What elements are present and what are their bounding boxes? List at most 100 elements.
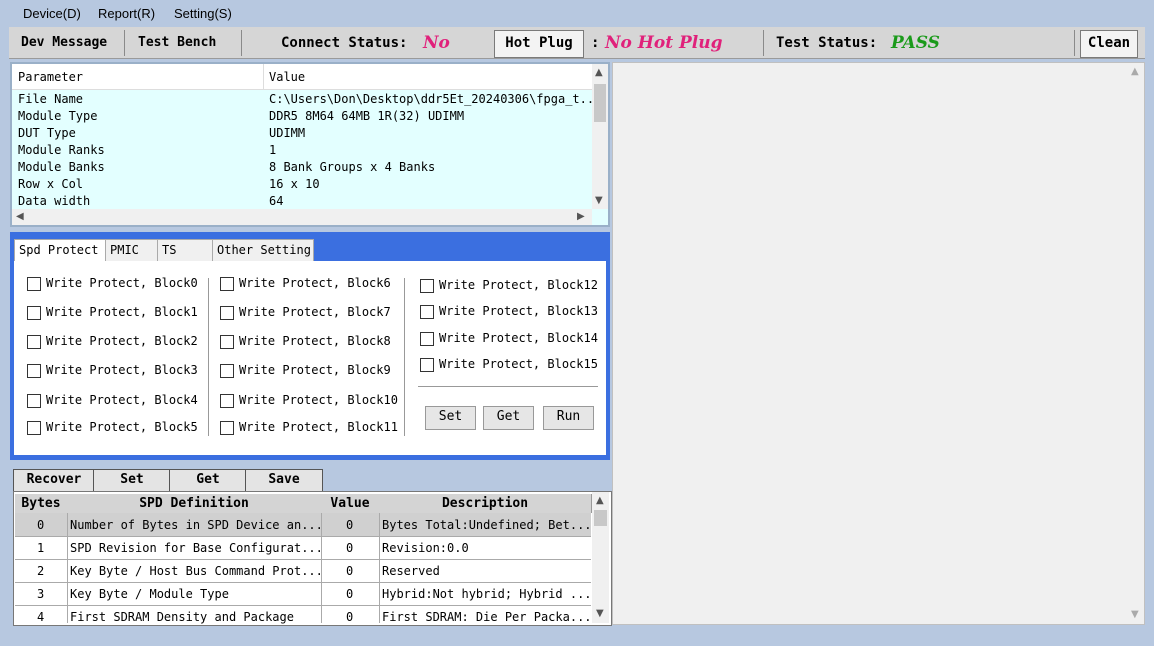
column-parameter[interactable]: Parameter <box>18 70 83 84</box>
recover-button[interactable]: Recover <box>13 469 95 493</box>
scroll-left-icon[interactable]: ◀ <box>16 211 24 222</box>
protect-get-button[interactable]: Get <box>483 406 534 430</box>
checkbox-box[interactable] <box>27 277 41 291</box>
checkbox-box[interactable] <box>27 364 41 378</box>
checkbox-box[interactable] <box>420 305 434 319</box>
checkbox-box[interactable] <box>27 421 41 435</box>
column-value[interactable]: Value <box>269 70 305 84</box>
protect-run-button[interactable]: Run <box>543 406 594 430</box>
parameter-name: Module Banks <box>18 160 105 174</box>
checkbox-label: Write Protect, Block15 <box>439 357 598 371</box>
scroll-down-icon[interactable]: ▼ <box>596 608 604 619</box>
menu-device[interactable]: Device(D) <box>23 6 81 21</box>
value-cell: 0 <box>346 610 354 624</box>
vertical-scrollbar[interactable]: ▲ ▼ <box>592 64 608 209</box>
column-spd-definition[interactable]: SPD Definition <box>67 494 322 513</box>
checkbox-box[interactable] <box>220 335 234 349</box>
connect-status-label: Connect Status: <box>281 35 408 51</box>
checkbox-box[interactable] <box>27 306 41 320</box>
dev-message-button[interactable]: Dev Message <box>21 35 107 50</box>
parameter-list[interactable]: Parameter Value File Name C:\Users\Don\De… <box>10 62 610 227</box>
scroll-down-icon[interactable]: ▼ <box>595 195 603 206</box>
checkbox-box[interactable] <box>420 279 434 293</box>
scroll-thumb[interactable] <box>594 84 606 122</box>
checkbox-box[interactable] <box>220 277 234 291</box>
value-cell: 0 <box>346 564 354 578</box>
spd-panel: Recover Set Get Save Bytes SPD Definitio… <box>10 464 612 626</box>
horizontal-divider <box>418 386 598 387</box>
output-scrollbar[interactable]: ▲ ▼ <box>1128 63 1144 624</box>
test-status-value: PASS <box>891 33 940 53</box>
parameter-value: C:\Users\Don\Desktop\ddr5Et_20240306\fpg… <box>269 92 602 106</box>
hot-plug-button[interactable]: Hot Plug <box>494 30 584 58</box>
parameter-name: Module Ranks <box>18 143 105 157</box>
checkbox-box[interactable] <box>420 358 434 372</box>
scroll-up-icon[interactable]: ▲ <box>596 495 604 506</box>
menu-setting[interactable]: Setting(S) <box>174 6 232 21</box>
column-description[interactable]: Description <box>379 494 592 513</box>
parameter-value: 16 x 10 <box>269 177 320 191</box>
checkbox-label: Write Protect, Block10 <box>239 393 398 407</box>
parameter-name: Data width <box>18 194 91 208</box>
parameter-row[interactable]: Data width 64 <box>18 193 593 210</box>
parameter-row[interactable]: File Name C:\Users\Don\Desktop\ddr5Et_202… <box>18 91 601 108</box>
checkbox-label: Write Protect, Block13 <box>439 304 598 318</box>
bytes-cell: 0 <box>37 518 45 532</box>
scroll-up-icon[interactable]: ▲ <box>1131 66 1139 77</box>
spd-save-button[interactable]: Save <box>245 469 323 493</box>
value-cell: 0 <box>346 518 354 532</box>
scroll-up-icon[interactable]: ▲ <box>595 67 603 78</box>
clean-button[interactable]: Clean <box>1080 30 1138 58</box>
scroll-down-icon[interactable]: ▼ <box>1131 609 1139 620</box>
parameter-list-header: Parameter Value <box>12 64 593 90</box>
checkbox-label: Write Protect, Block0 <box>46 276 198 290</box>
parameter-value: 64 <box>269 194 284 208</box>
checkbox-box[interactable] <box>27 394 41 408</box>
horizontal-scrollbar[interactable]: ◀ ▶ <box>12 209 592 225</box>
checkbox-label: Write Protect, Block2 <box>46 334 198 348</box>
table-row[interactable]: 2 Key Byte / Host Bus Command Prot... 0 … <box>15 559 591 583</box>
scroll-right-icon[interactable]: ▶ <box>577 211 585 222</box>
toolbar-separator <box>1074 30 1075 56</box>
menu-bar: Device(D) Report(R) Setting(S) <box>0 0 1154 27</box>
column-divider <box>379 513 380 623</box>
column-divider <box>263 64 264 89</box>
spd-table-scrollbar[interactable]: ▲ ▼ <box>592 492 609 623</box>
column-bytes[interactable]: Bytes <box>15 494 68 513</box>
tab-other-setting[interactable]: Other Setting <box>212 239 314 263</box>
checkbox-box[interactable] <box>220 306 234 320</box>
spd-table[interactable]: Bytes SPD Definition Value Description 0… <box>13 491 612 626</box>
test-bench-button[interactable]: Test Bench <box>138 35 216 50</box>
toolbar-separator <box>241 30 242 56</box>
checkbox-label: Write Protect, Block4 <box>46 393 198 407</box>
definition-cell: Number of Bytes in SPD Device an... <box>70 518 323 532</box>
checkbox-box[interactable] <box>420 332 434 346</box>
table-row[interactable]: 0 Number of Bytes in SPD Device an... 0 … <box>15 513 592 537</box>
hot-plug-value: No Hot Plug <box>605 33 723 53</box>
spd-set-button[interactable]: Set <box>93 469 171 493</box>
tab-ts[interactable]: TS <box>157 239 213 263</box>
tab-spd-protect[interactable]: Spd Protect <box>14 239 108 263</box>
table-row[interactable]: 1 SPD Revision for Base Configurat... 0 … <box>15 536 591 560</box>
scroll-thumb[interactable] <box>594 510 607 526</box>
parameter-row[interactable]: Module Ranks 1 <box>18 142 593 159</box>
parameter-row[interactable]: Module Type DDR5 8M64 64MB 1R(32) UDIMM <box>18 108 593 125</box>
table-row[interactable]: 4 First SDRAM Density and Package 0 Firs… <box>15 605 592 628</box>
protect-set-button[interactable]: Set <box>425 406 476 430</box>
parameter-row[interactable]: DUT Type UDIMM <box>18 125 593 142</box>
checkbox-box[interactable] <box>220 364 234 378</box>
column-value[interactable]: Value <box>321 494 380 513</box>
parameter-row[interactable]: Module Banks 8 Bank Groups x 4 Banks <box>18 159 593 176</box>
tab-pmic[interactable]: PMIC <box>105 239 159 263</box>
checkbox-label: Write Protect, Block14 <box>439 331 598 345</box>
checkbox-box[interactable] <box>27 335 41 349</box>
checkbox-box[interactable] <box>220 421 234 435</box>
value-cell: 0 <box>346 541 354 555</box>
parameter-row[interactable]: Row x Col 16 x 10 <box>18 176 593 193</box>
spd-get-button[interactable]: Get <box>169 469 247 493</box>
checkbox-box[interactable] <box>220 394 234 408</box>
table-row[interactable]: 3 Key Byte / Module Type 0 Hybrid:Not hy… <box>15 582 592 606</box>
settings-tab-panel: Spd Protect PMIC TS Other Setting Write … <box>10 232 610 460</box>
menu-report[interactable]: Report(R) <box>98 6 155 21</box>
output-panel[interactable]: ▲ ▼ <box>612 62 1145 625</box>
